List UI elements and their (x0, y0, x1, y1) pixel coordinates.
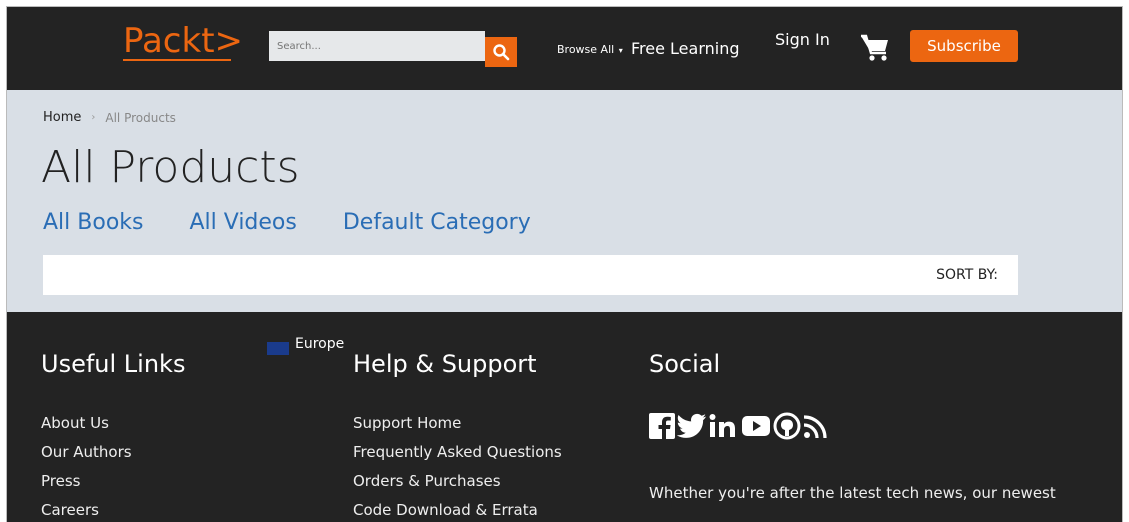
footer-link-orders[interactable]: Orders & Purchases (353, 467, 562, 496)
category-all-videos[interactable]: All Videos (189, 210, 296, 235)
footer: Europe Useful Links About Us Our Authors… (7, 312, 1122, 522)
category-default[interactable]: Default Category (343, 210, 531, 235)
youtube-icon[interactable] (741, 413, 771, 439)
search-input[interactable] (269, 31, 485, 61)
sort-by-dropdown[interactable]: SORT BY: (936, 267, 998, 283)
footer-link-about-us[interactable]: About Us (41, 409, 132, 438)
top-nav-bar: Packt> Browse All ▾ Free Learning Sign I… (7, 7, 1122, 90)
subscribe-button[interactable]: Subscribe (910, 30, 1018, 62)
browse-all-menu[interactable]: Browse All ▾ (557, 43, 623, 56)
breadcrumb-home[interactable]: Home (43, 110, 81, 125)
caret-down-icon: ▾ (616, 46, 623, 55)
category-all-books[interactable]: All Books (43, 210, 143, 235)
social-title: Social (649, 350, 721, 378)
facebook-icon[interactable] (649, 412, 675, 440)
twitter-icon[interactable] (677, 413, 707, 439)
chevron-right-icon: › (91, 112, 96, 123)
help-support-list: Support Home Frequently Asked Questions … (353, 409, 562, 522)
breadcrumb-current: All Products (105, 110, 176, 125)
eu-flag-icon (267, 341, 289, 355)
search-bar (269, 31, 517, 67)
linkedin-icon[interactable] (709, 413, 739, 439)
cart-button[interactable] (859, 32, 891, 62)
rss-icon[interactable] (803, 413, 829, 439)
search-icon (493, 44, 510, 61)
free-learning-link[interactable]: Free Learning (631, 39, 740, 58)
category-links: All Books All Videos Default Category (43, 210, 577, 235)
main-content: Home › All Products All Products All Boo… (7, 90, 1122, 312)
useful-links-list: About Us Our Authors Press Careers (41, 409, 132, 522)
social-description: Whether you're after the latest tech new… (649, 484, 1056, 502)
browse-all-label: Browse All (557, 43, 615, 56)
useful-links-title: Useful Links (41, 350, 186, 378)
footer-link-code-download[interactable]: Code Download & Errata (353, 496, 562, 522)
packt-logo[interactable]: Packt> (123, 21, 243, 61)
github-icon[interactable] (773, 412, 801, 440)
footer-link-support-home[interactable]: Support Home (353, 409, 562, 438)
search-button[interactable] (485, 37, 517, 67)
page-title: All Products (41, 142, 300, 193)
breadcrumb: Home › All Products (43, 110, 176, 125)
shopping-cart-icon (861, 34, 888, 61)
footer-link-faq[interactable]: Frequently Asked Questions (353, 438, 562, 467)
region-label: Europe (295, 336, 345, 352)
sort-bar: SORT BY: (43, 255, 1018, 295)
page-frame: Packt> Browse All ▾ Free Learning Sign I… (6, 6, 1123, 522)
help-support-title: Help & Support (353, 350, 537, 378)
region-selector[interactable]: Europe (267, 336, 345, 355)
logo-underline (123, 59, 231, 61)
social-icons (649, 412, 831, 440)
footer-link-careers[interactable]: Careers (41, 496, 132, 522)
sign-in-link[interactable]: Sign In (775, 30, 830, 49)
footer-link-press[interactable]: Press (41, 467, 132, 496)
footer-link-our-authors[interactable]: Our Authors (41, 438, 132, 467)
